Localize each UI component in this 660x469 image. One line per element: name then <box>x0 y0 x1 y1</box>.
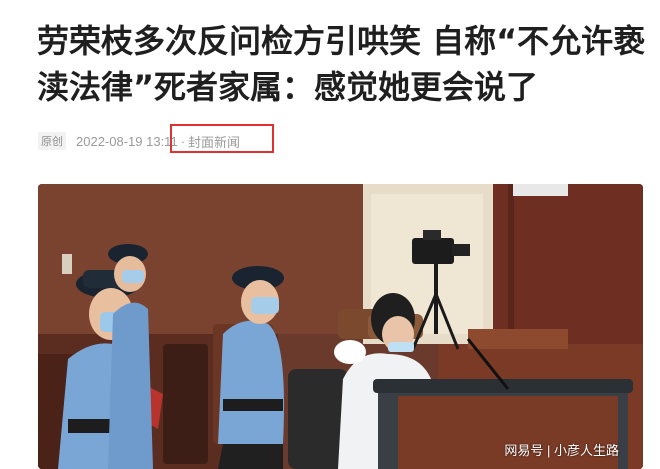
courtroom-scene <box>38 184 643 469</box>
source-highlight-box <box>170 124 274 153</box>
article-title: 劳荣枝多次反问检方引哄笑 自称“不允许亵渎法律”死者家属：感觉她更会说了 <box>37 22 646 106</box>
publish-date: 2022-08-19 13:11 <box>76 133 178 149</box>
article-photo: 网易号 | 小彦人生路 <box>38 184 643 469</box>
image-watermark: 网易号 | 小彦人生路 <box>504 443 619 458</box>
original-tag: 原创 <box>38 132 66 150</box>
